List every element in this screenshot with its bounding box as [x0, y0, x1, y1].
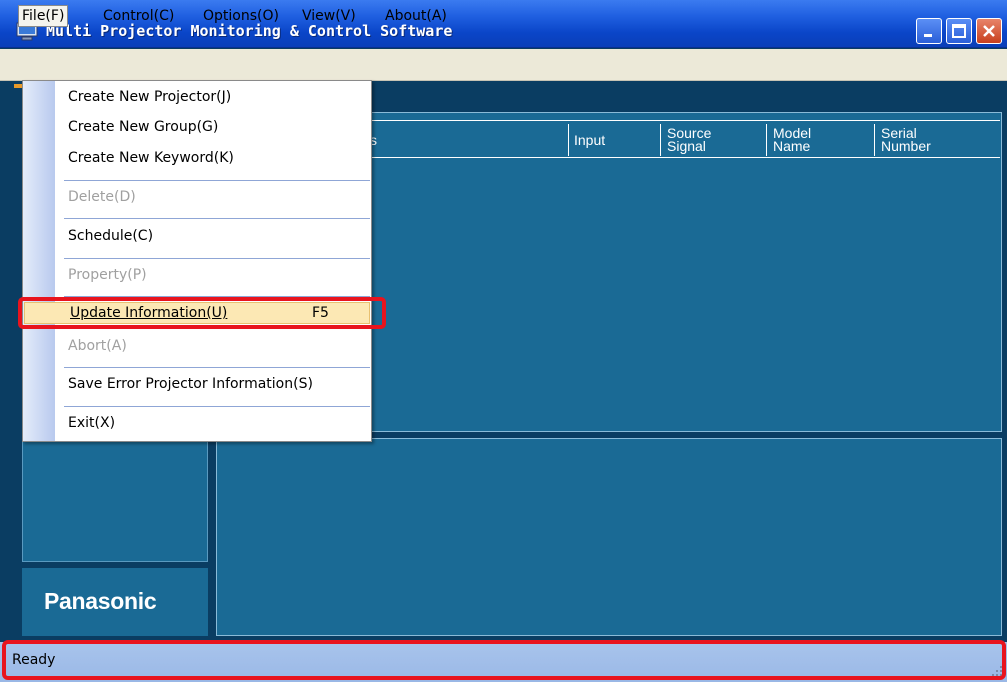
status-bar-highlight-box [2, 640, 1006, 680]
menu-item-save-error-projector-information[interactable]: Save Error Projector Information(S) [68, 373, 313, 395]
menu-options[interactable]: Options(O) [200, 5, 282, 27]
maximize-icon [952, 24, 966, 38]
menu-item-abort: Abort(A) [68, 338, 127, 354]
menu-item-schedule[interactable]: Schedule(C) [68, 225, 153, 247]
close-icon [983, 25, 995, 37]
menu-separator [64, 406, 370, 407]
menu-file[interactable]: File(F) [18, 5, 69, 27]
column-input[interactable]: Input [574, 133, 605, 147]
column-model-name[interactable]: Model Name [773, 126, 811, 153]
tab-indicator [14, 84, 22, 88]
menu-separator [64, 258, 370, 259]
menu-about[interactable]: About(A) [382, 5, 450, 27]
menu-item-property: Property(P) [68, 267, 147, 283]
update-information-highlight-box [18, 297, 386, 329]
column-source-signal[interactable]: Source Signal [667, 126, 711, 153]
menu-separator [64, 218, 370, 219]
menu-item-delete: Delete(D) [68, 189, 136, 205]
column-separator[interactable] [660, 124, 661, 156]
detail-panel [216, 438, 1002, 636]
maximize-button[interactable] [946, 18, 972, 44]
column-separator[interactable] [874, 124, 875, 156]
menu-item-create-new-projector[interactable]: Create New Projector(J) [68, 86, 231, 108]
column-separator[interactable] [766, 124, 767, 156]
menu-separator [64, 367, 370, 368]
menu-control[interactable]: Control(C) [100, 5, 177, 27]
menu-item-exit[interactable]: Exit(X) [68, 412, 115, 434]
menu-item-create-new-keyword[interactable]: Create New Keyword(K) [68, 147, 234, 169]
close-button[interactable] [976, 18, 1002, 44]
menu-item-create-new-group[interactable]: Create New Group(G) [68, 116, 218, 138]
column-separator[interactable] [568, 124, 569, 156]
menu-separator [64, 180, 370, 181]
column-serial-number[interactable]: Serial Number [881, 126, 931, 153]
minimize-icon [924, 34, 932, 37]
menu-bar [0, 49, 1007, 81]
menu-icon-gutter [23, 81, 55, 441]
minimize-button[interactable] [916, 18, 942, 44]
menu-view[interactable]: View(V) [299, 5, 359, 27]
panasonic-logo: Panasonic [44, 588, 157, 614]
info-panel [22, 440, 208, 562]
